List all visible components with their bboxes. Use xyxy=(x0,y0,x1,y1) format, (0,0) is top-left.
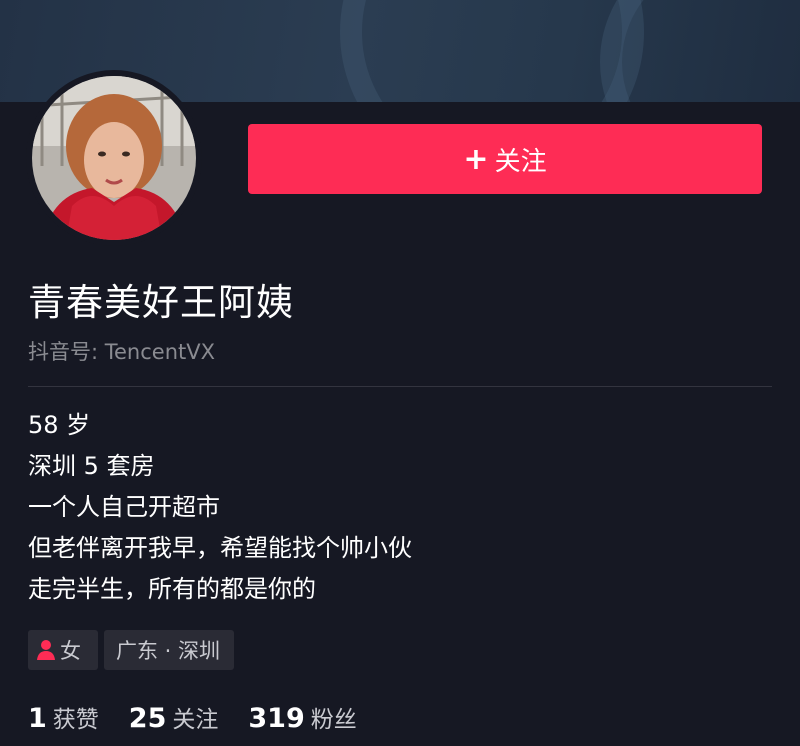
location-tag: 广东 · 深圳 xyxy=(104,630,234,670)
bio-line: 走完半生，所有的都是你的 xyxy=(28,575,316,603)
likes-label: 获赞 xyxy=(52,707,99,733)
location-label: 广东 · 深圳 xyxy=(116,639,221,663)
follow-button-label: 关注 xyxy=(494,146,547,177)
followers-count: 319 xyxy=(248,703,305,734)
profile-bio: 58 岁 深圳 5 套房 一个人自己开超市 但老伴离开我早，希望能找个帅小伙 走… xyxy=(28,405,412,610)
bio-line: 但老伴离开我早，希望能找个帅小伙 xyxy=(28,534,412,562)
avatar[interactable] xyxy=(26,70,202,246)
profile-nickname: 青春美好王阿姨 xyxy=(28,281,294,324)
following-count: 25 xyxy=(128,703,167,734)
divider xyxy=(28,386,772,387)
stat-likes[interactable]: 1 获赞 xyxy=(28,700,99,734)
gender-tag: 女 xyxy=(28,630,98,670)
profile-stats: 1 获赞 25 关注 319 粉丝 xyxy=(28,700,387,734)
plus-icon: + xyxy=(463,141,489,177)
bio-line: 58 岁 xyxy=(28,411,91,439)
bio-line: 深圳 5 套房 xyxy=(28,452,155,480)
gender-label: 女 xyxy=(60,639,81,663)
bio-line: 一个人自己开超市 xyxy=(28,493,220,521)
likes-count: 1 xyxy=(28,703,47,734)
female-user-icon xyxy=(37,640,55,660)
followers-label: 粉丝 xyxy=(310,707,357,733)
avatar-photo xyxy=(32,76,196,240)
banner-decoration xyxy=(600,0,800,102)
following-label: 关注 xyxy=(172,707,219,733)
banner-decoration xyxy=(340,0,644,102)
stat-following[interactable]: 25 关注 xyxy=(129,700,219,734)
douyin-id: 抖音号: TencentVX xyxy=(28,340,216,364)
stat-followers[interactable]: 319 粉丝 xyxy=(248,700,356,734)
follow-button[interactable]: + 关注 xyxy=(248,124,762,194)
